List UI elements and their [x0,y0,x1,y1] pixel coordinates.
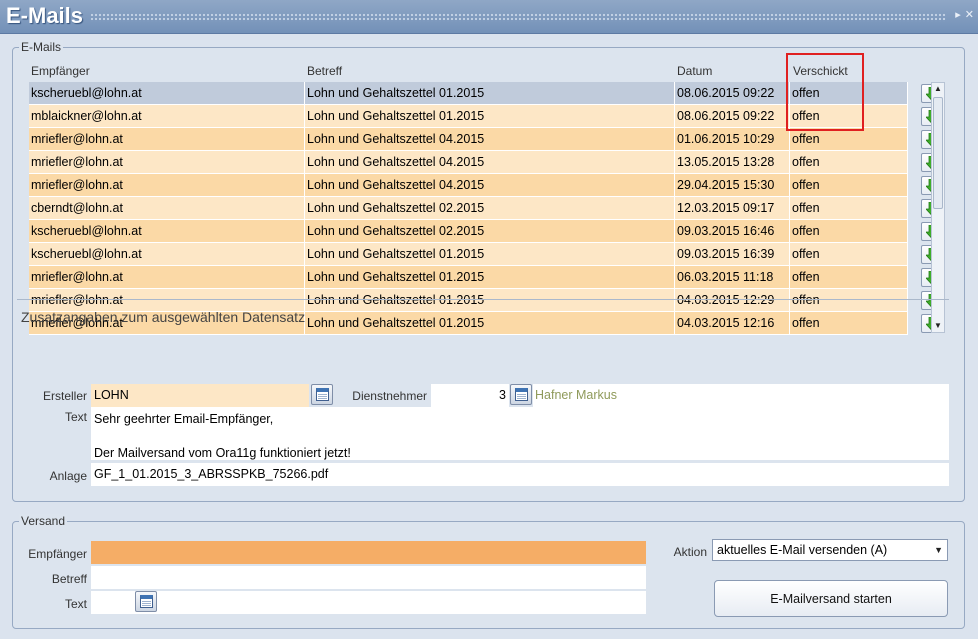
details-separator [17,299,949,300]
dispatch-text-field[interactable] [91,591,646,614]
cell-date: 13.05.2015 13:28 [675,151,790,173]
cell-date: 09.03.2015 16:46 [675,220,790,242]
action-select-value: aktuelles E-Mail versenden (A) [717,543,888,557]
cell-recipient: mblaickner@lohn.at [29,105,305,127]
table-row[interactable]: kscheruebl@lohn.at Lohn und Gehaltszettel… [29,220,941,243]
dispatch-recipient-label: Empfänger [28,547,87,561]
table-scrollbar[interactable]: ▲ ▼ [931,82,945,333]
cell-sent: offen [790,243,908,265]
cell-date: 08.06.2015 09:22 [675,105,790,127]
cell-sent: offen [790,151,908,173]
details-section-title: Zusatzangaben zum ausgewählten Datensatz [21,309,306,325]
cell-sent: offen [790,266,908,288]
cell-recipient: mriefler@lohn.at [29,266,305,288]
cell-subject: Lohn und Gehaltszettel 02.2015 [305,197,675,219]
cell-subject: Lohn und Gehaltszettel 01.2015 [305,266,675,288]
cell-subject: Lohn und Gehaltszettel 01.2015 [305,243,675,265]
creator-lookup-button[interactable] [311,384,333,405]
action-label: Aktion [673,545,707,559]
cell-subject: Lohn und Gehaltszettel 01.2015 [305,312,675,334]
text-label: Text [64,410,87,424]
table-row[interactable]: mriefler@lohn.at Lohn und Gehaltszettel 0… [29,174,941,197]
employee-name: Hafner Markus [535,388,617,402]
cell-subject: Lohn und Gehaltszettel 01.2015 [305,289,675,311]
calendar-icon [316,388,329,401]
cell-sent: offen [790,197,908,219]
highlight-frame [786,53,864,131]
action-select[interactable]: aktuelles E-Mail versenden (A) ▼ [712,539,948,561]
cell-sent: offen [790,289,908,311]
cell-date: 09.03.2015 16:39 [675,243,790,265]
table-row[interactable]: mriefler@lohn.at Lohn und Gehaltszettel 0… [29,128,941,151]
dispatch-text-label: Text [64,597,87,611]
cell-subject: Lohn und Gehaltszettel 04.2015 [305,151,675,173]
calendar-icon [140,595,153,608]
close-icon[interactable]: ✕ [965,9,974,21]
emails-table: kscheruebl@lohn.at Lohn und Gehaltszettel… [29,82,941,335]
attachment-label: Anlage [49,469,87,483]
calendar-icon [515,388,528,401]
cell-sent: offen [790,128,908,150]
table-row[interactable]: mriefler@lohn.at Lohn und Gehaltszettel 0… [29,266,941,289]
creator-field[interactable]: LOHN [91,384,309,407]
table-row[interactable]: mblaickner@lohn.at Lohn und Gehaltszettel… [29,105,941,128]
cell-date: 06.03.2015 11:18 [675,266,790,288]
cell-date: 12.03.2015 09:17 [675,197,790,219]
cell-subject: Lohn und Gehaltszettel 02.2015 [305,220,675,242]
cell-date: 01.06.2015 10:29 [675,128,790,150]
emails-group-legend: E-Mails [19,40,64,54]
cell-date: 04.03.2015 12:29 [675,289,790,311]
cell-subject: Lohn und Gehaltszettel 04.2015 [305,174,675,196]
cell-recipient: mriefler@lohn.at [29,289,305,311]
scroll-up-icon[interactable]: ▲ [934,84,942,94]
start-mail-dispatch-button[interactable]: E-Mailversand starten [714,580,948,617]
mail-text-line-1: Sehr geehrter Email-Empfänger, [94,412,274,426]
column-header-subject[interactable]: Betreff [307,64,342,78]
titlebar-pattern [90,13,946,22]
employee-label: Dienstnehmer [352,389,427,403]
cell-recipient: mriefler@lohn.at [29,174,305,196]
dispatch-subject-label: Betreff [51,572,87,586]
column-header-recipient[interactable]: Empfänger [31,64,90,78]
table-row[interactable]: cberndt@lohn.at Lohn und Gehaltszettel 02… [29,197,941,220]
chevron-down-icon[interactable]: ▼ [934,540,943,560]
creator-label: Ersteller [42,389,87,403]
cell-recipient: cberndt@lohn.at [29,197,305,219]
column-header-date[interactable]: Datum [677,64,712,78]
cell-date: 08.06.2015 09:22 [675,82,790,104]
cell-sent: offen [790,174,908,196]
titlebar-icons: ▸ ✕ [951,8,974,21]
dispatch-recipient-field[interactable] [91,541,646,564]
emails-group: E-Mails Empfänger Betreff Datum Verschic… [12,40,965,502]
window-title: E-Mails [6,3,84,28]
cell-subject: Lohn und Gehaltszettel 01.2015 [305,105,675,127]
scroll-down-icon[interactable]: ▼ [934,321,942,331]
dispatch-subject-field[interactable] [91,566,646,589]
table-row[interactable]: kscheruebl@lohn.at Lohn und Gehaltszettel… [29,243,941,266]
dispatch-text-lookup-button[interactable] [135,591,157,612]
table-row[interactable]: mriefler@lohn.at Lohn und Gehaltszettel 0… [29,151,941,174]
cell-recipient: kscheruebl@lohn.at [29,82,305,104]
attachment-field[interactable]: GF_1_01.2015_3_ABRSSPKB_75266.pdf [91,463,949,486]
cell-sent: offen [790,312,908,334]
cell-date: 29.04.2015 15:30 [675,174,790,196]
cell-recipient: kscheruebl@lohn.at [29,220,305,242]
employee-lookup-button[interactable] [510,384,532,405]
scroll-thumb[interactable] [933,97,943,209]
employee-number-field[interactable]: 3 [431,384,509,407]
cell-recipient: mriefler@lohn.at [29,151,305,173]
cell-subject: Lohn und Gehaltszettel 04.2015 [305,128,675,150]
table-row[interactable]: kscheruebl@lohn.at Lohn und Gehaltszettel… [29,82,941,105]
pin-icon[interactable]: ▸ [955,9,961,21]
cell-sent: offen [790,220,908,242]
cell-subject: Lohn und Gehaltszettel 01.2015 [305,82,675,104]
employee-name-box: Hafner Markus [533,384,949,407]
mail-text-line-2: Der Mailversand vom Ora11g funktioniert … [94,446,351,460]
cell-date: 04.03.2015 12:16 [675,312,790,334]
cell-recipient: mriefler@lohn.at [29,128,305,150]
dispatch-group-legend: Versand [19,514,68,528]
window-titlebar: E-Mails ▸ ✕ [0,0,978,34]
mail-text-area[interactable]: Sehr geehrter Email-Empfänger, Der Mailv… [91,407,949,460]
cell-recipient: kscheruebl@lohn.at [29,243,305,265]
